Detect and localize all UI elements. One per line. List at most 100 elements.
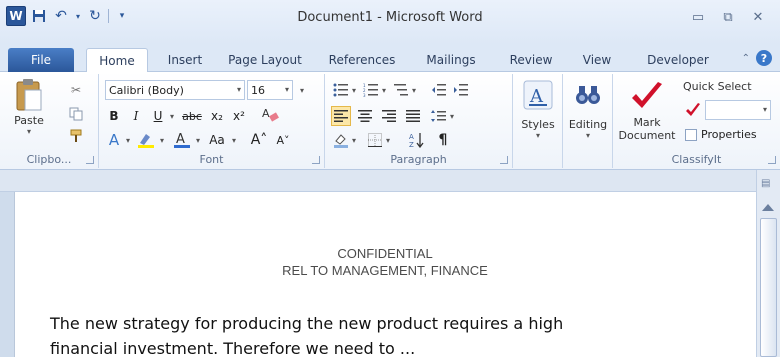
tab-file[interactable]: File [8,48,74,72]
clipboard-launcher-icon[interactable] [86,156,94,164]
italic-icon[interactable]: I [127,106,145,126]
view-ruler-icon[interactable]: ▤ [761,178,775,194]
underline-dropdown-icon[interactable]: ▾ [167,106,177,126]
highlight-icon[interactable] [135,130,157,150]
line-spacing-dropdown-icon[interactable]: ▾ [447,106,457,126]
svg-text:A: A [529,86,544,107]
mark-label-line1: Mark [633,116,661,129]
tab-page-layout[interactable]: Page Layout [220,48,310,72]
paragraph-group-label: Paragraph [390,153,447,166]
multilevel-dropdown-icon[interactable]: ▾ [409,80,419,100]
change-case-dropdown-icon[interactable]: ▾ [229,130,239,150]
properties-checkbox[interactable] [685,128,697,141]
font-launcher-icon[interactable] [312,156,320,164]
clear-formatting-icon[interactable]: A [259,104,281,124]
quick-select-check-icon [685,102,701,118]
increase-indent-icon[interactable] [451,80,471,100]
copy-icon[interactable] [66,104,86,124]
bullets-dropdown-icon[interactable]: ▾ [349,80,359,100]
mark-label-line2: Document [618,129,676,142]
format-painter-icon[interactable] [66,126,86,146]
paste-label: Paste [14,114,44,127]
svg-text:A: A [262,107,270,120]
svg-text:3: 3 [363,93,366,97]
cut-icon[interactable]: ✂ [66,80,86,100]
tab-insert[interactable]: Insert [155,48,215,72]
text-effects-icon[interactable]: A [103,130,125,150]
scroll-up-icon[interactable] [762,204,774,211]
paste-dropdown-icon[interactable]: ▾ [27,127,31,136]
mark-document-button[interactable]: Mark Document [615,80,679,142]
maximize-icon[interactable]: ⧉ [714,6,742,28]
font-color-dropdown-icon[interactable]: ▾ [193,130,203,150]
svg-text:Z: Z [409,141,414,148]
decrease-indent-icon[interactable] [429,80,449,100]
properties-button[interactable]: Properties [685,128,757,141]
underline-icon[interactable]: U [149,106,167,126]
subscript-icon[interactable]: x₂ [207,106,227,126]
text-effects-dropdown-icon[interactable]: ▾ [123,130,133,150]
styles-group: A Styles ▾ [513,74,563,168]
numbering-dropdown-icon[interactable]: ▾ [379,80,389,100]
close-icon[interactable]: ✕ [744,6,772,28]
minimize-ribbon-icon[interactable]: ⌃ [742,53,750,64]
font-size-dropdown-icon: ▾ [284,85,289,94]
shrink-font-icon[interactable]: A˅ [273,130,293,150]
svg-text:A: A [176,132,185,147]
tab-review[interactable]: Review [500,48,562,72]
quick-select-dropdown[interactable]: ▾ [705,100,771,120]
font-family-select[interactable]: Calibri (Body) ▾ [105,80,245,100]
shading-icon[interactable] [331,130,351,150]
quick-select-dropdown-icon: ▾ [762,105,767,114]
multilevel-list-icon[interactable] [391,80,411,100]
align-left-icon[interactable] [331,106,351,126]
align-right-icon[interactable] [379,106,399,126]
tab-view[interactable]: View [572,48,622,72]
paragraph-group: ▾ 123 ▾ ▾ ▾ ▾ ▾ A Z ¶ Paragraph [325,74,513,168]
line-spacing-icon[interactable] [429,106,449,126]
title-bar: W ↶ ▾ ↻ ▾ Document1 - Microsoft Word ▭ ⧉… [0,0,780,44]
justify-icon[interactable] [403,106,423,126]
change-case-icon[interactable]: Aa [205,130,229,150]
grow-font-icon[interactable]: A˄ [249,130,269,150]
editing-group: Editing ▾ [563,74,613,168]
help-icon[interactable]: ? [756,50,772,66]
borders-icon[interactable] [365,130,385,150]
font-size-value: 16 [251,83,265,97]
tab-references[interactable]: References [320,48,404,72]
window-title: Document1 - Microsoft Word [297,10,483,25]
paste-button[interactable]: Paste ▾ [6,78,52,136]
tab-mailings[interactable]: Mailings [414,48,488,72]
classifyit-group-label: ClassifyIt [671,153,722,166]
quick-select-label: Quick Select [683,80,752,93]
tab-developer[interactable]: Developer [640,48,716,72]
superscript-icon[interactable]: x² [229,106,249,126]
paragraph-launcher-icon[interactable] [500,156,508,164]
align-center-icon[interactable] [355,106,375,126]
scrollbar-thumb[interactable] [760,218,777,357]
tab-home[interactable]: Home [86,48,148,73]
vertical-scrollbar[interactable]: ▤ [756,170,780,357]
shading-dropdown-icon[interactable]: ▾ [349,130,359,150]
show-formatting-icon[interactable]: ¶ [433,130,453,150]
font-group-label: Font [199,153,224,166]
minimize-icon[interactable]: ▭ [684,6,712,28]
classifyit-launcher-icon[interactable] [768,156,776,164]
sort-icon[interactable]: AZ [407,130,427,150]
editing-button[interactable]: Editing ▾ [565,80,611,140]
font-size-spin-icon[interactable]: ▾ [295,80,309,100]
clipboard-group: Paste ▾ ✂ Clipbo... [0,74,99,168]
classifyit-group: Mark Document Quick Select ▾ Properties … [613,74,780,168]
font-size-select[interactable]: 16 ▾ [247,80,293,100]
strikethrough-icon[interactable]: abc [179,106,205,126]
styles-button[interactable]: A Styles ▾ [515,80,561,140]
borders-dropdown-icon[interactable]: ▾ [383,130,393,150]
editing-label: Editing [568,118,608,131]
numbering-icon[interactable]: 123 [361,80,381,100]
font-color-icon[interactable]: A [171,130,193,150]
document-page[interactable] [14,192,756,357]
bullets-icon[interactable] [331,80,351,100]
font-group: Calibri (Body) ▾ 16 ▾ ▾ B I U ▾ abc x₂ x… [99,74,325,168]
highlight-dropdown-icon[interactable]: ▾ [157,130,167,150]
bold-icon[interactable]: B [105,106,123,126]
